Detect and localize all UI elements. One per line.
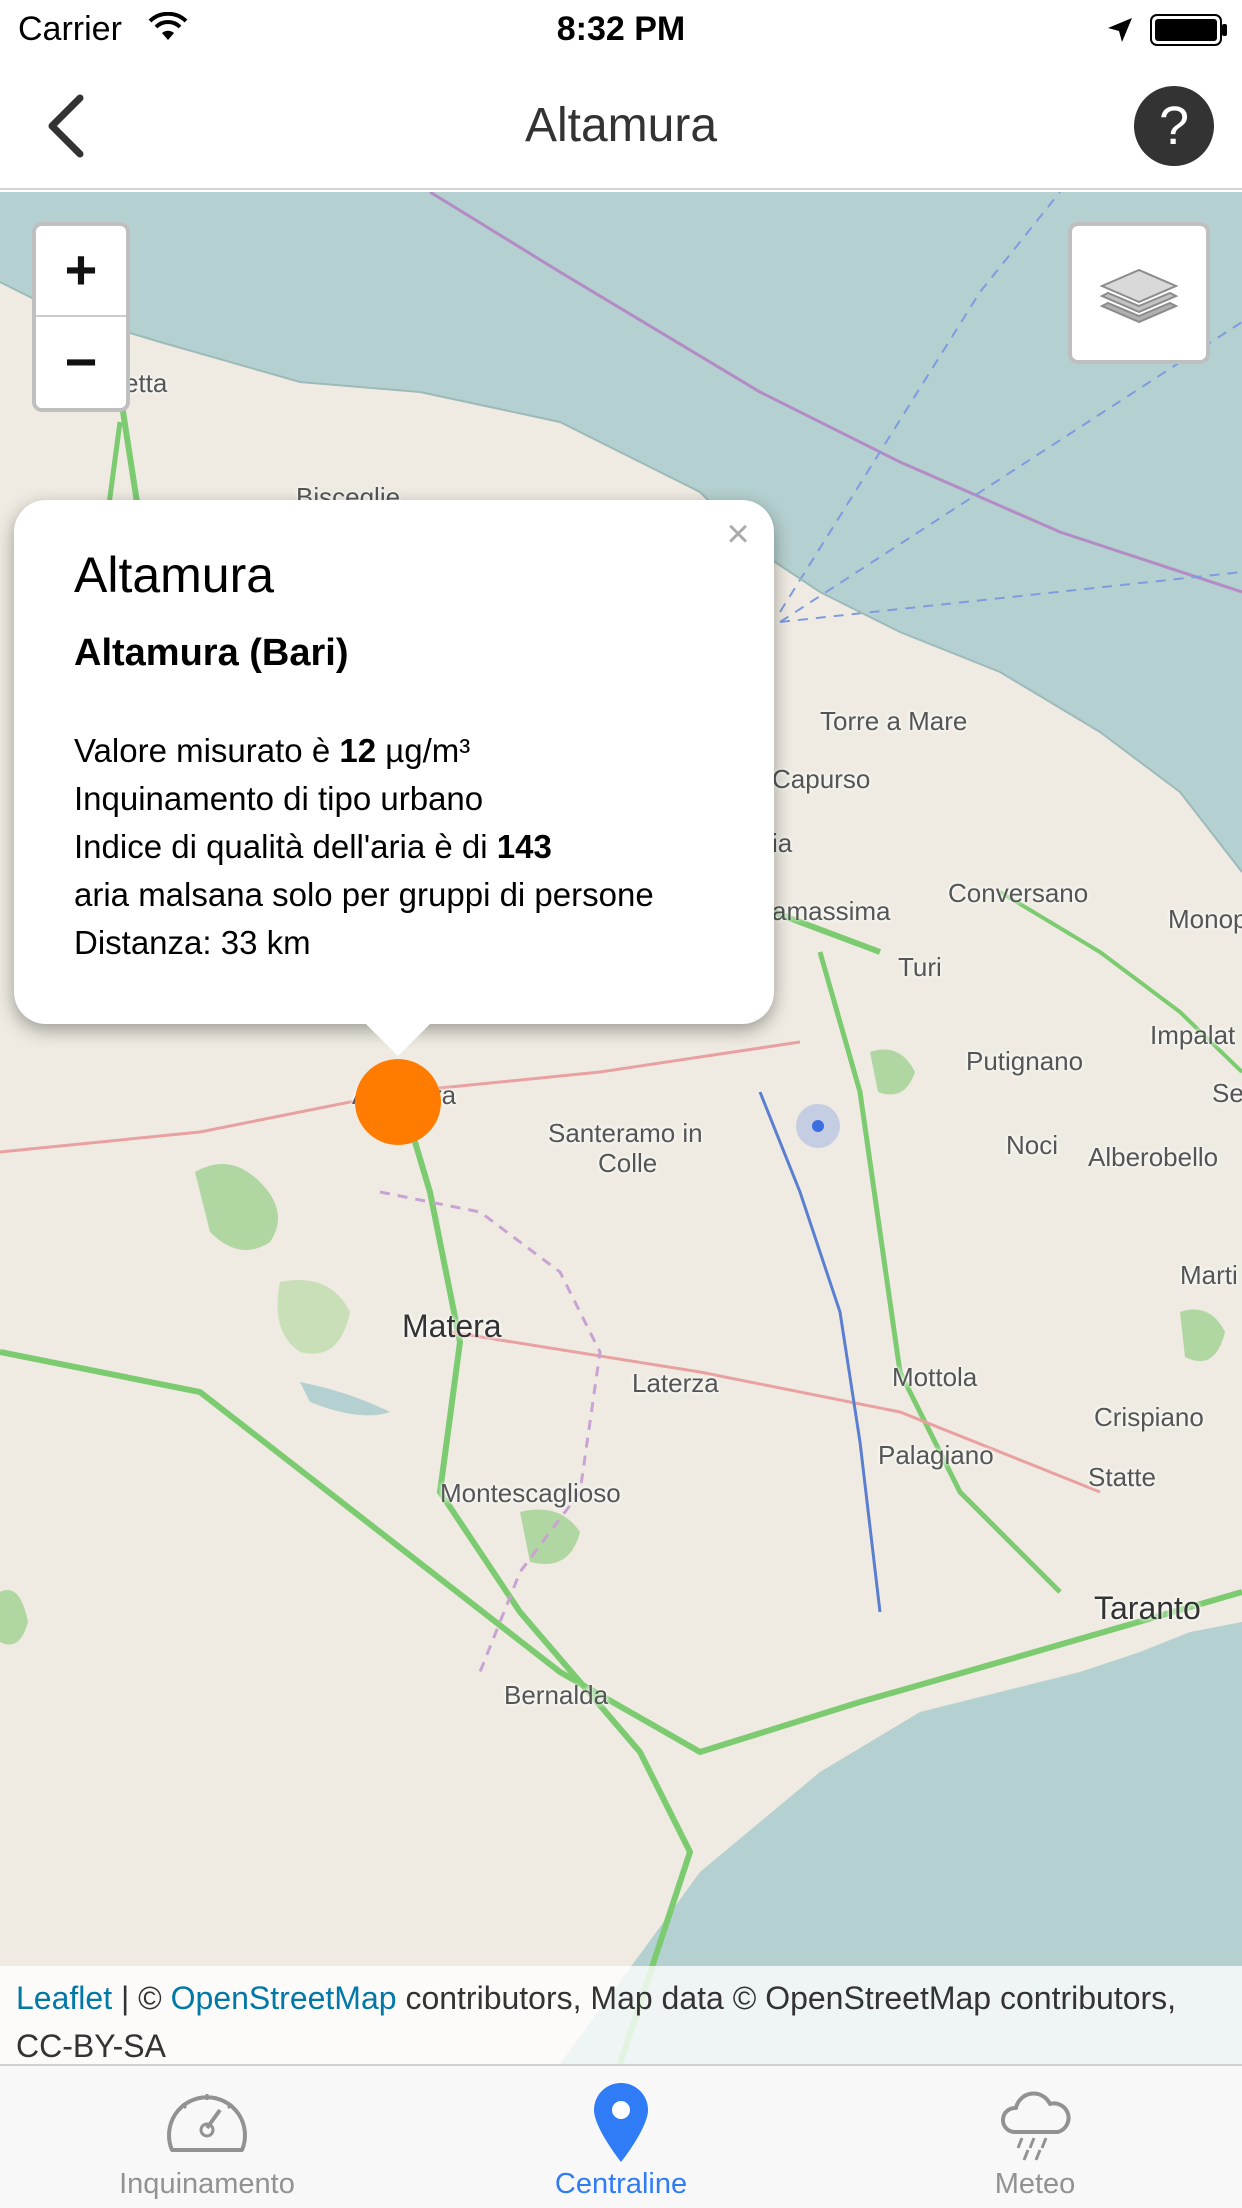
map-label-monopoli: Monop bbox=[1168, 904, 1242, 934]
map-label-alberobello: Alberobello bbox=[1088, 1142, 1219, 1172]
tab-inquinamento-label: Inquinamento bbox=[119, 2168, 295, 2200]
zoom-out-button[interactable]: − bbox=[36, 318, 126, 408]
tab-meteo-label: Meteo bbox=[994, 2168, 1076, 2200]
map-label-turi: Turi bbox=[898, 952, 942, 982]
map-pin-icon bbox=[594, 2083, 648, 2162]
station-popup: × Altamura Altamura (Bari) Valore misura… bbox=[14, 500, 774, 1024]
aqi-value: 143 bbox=[496, 828, 552, 865]
map-label-noicattaro: ia bbox=[772, 828, 793, 858]
map-label-mottola: Mottola bbox=[892, 1362, 978, 1392]
popup-subtitle: Altamura (Bari) bbox=[74, 632, 349, 674]
tab-bar: Inquinamento Centraline Meteo bbox=[0, 2064, 1242, 2208]
map-label-barletta: etta bbox=[124, 368, 168, 398]
aqi-line: Indice di qualità dell'aria è di 143 bbox=[74, 828, 552, 866]
navigation-bar: Altamura ? bbox=[0, 62, 1242, 190]
map-label-laterza: Laterza bbox=[632, 1368, 719, 1398]
page-title: Altamura bbox=[524, 99, 718, 152]
map-label-matera: Matera bbox=[402, 1308, 502, 1344]
map-label-putignano: Putignano bbox=[966, 1046, 1084, 1076]
tab-meteo[interactable]: Meteo bbox=[828, 2066, 1242, 2208]
openstreetmap-link[interactable]: OpenStreetMap bbox=[171, 1980, 397, 2016]
map-label-torre-a-mare: Torre a Mare bbox=[820, 706, 968, 736]
measured-value-prefix: Valore misurato è bbox=[74, 732, 340, 769]
leaflet-link[interactable]: Leaflet bbox=[16, 1980, 112, 2016]
map-view[interactable]: etta Bisceglie Torre a Mare Capurso ia a… bbox=[0, 192, 1242, 2064]
zoom-in-button[interactable]: + bbox=[36, 226, 126, 317]
layers-button[interactable] bbox=[1068, 222, 1210, 364]
map-label-bernalda: Bernalda bbox=[504, 1680, 609, 1710]
tab-inquinamento[interactable]: Inquinamento bbox=[0, 2066, 414, 2208]
layers-icon bbox=[1099, 268, 1179, 324]
map-label-martina: Marti bbox=[1180, 1260, 1238, 1290]
distance-line: Distanza: 33 km bbox=[74, 924, 311, 961]
user-location-indicator bbox=[796, 1104, 840, 1148]
map-label-statte: Statte bbox=[1088, 1462, 1156, 1492]
gauge-icon bbox=[167, 2094, 247, 2152]
tab-centraline-label: Centraline bbox=[554, 2168, 688, 2200]
battery-icon bbox=[1150, 14, 1227, 46]
attribution-separator: | © bbox=[112, 1980, 171, 2016]
measured-value-line: Valore misurato è 12 µg/m³ bbox=[74, 732, 470, 770]
map-attribution: Leaflet | © OpenStreetMap contributors, … bbox=[0, 1966, 1242, 2064]
map-label-casamassima: amassima bbox=[772, 896, 891, 926]
map-label-impalata: Impalat bbox=[1150, 1020, 1236, 1050]
zoom-control: + − bbox=[32, 222, 130, 412]
map-label-selva: Se bbox=[1212, 1078, 1242, 1108]
air-status-line: aria malsana solo per gruppi di persone bbox=[74, 876, 654, 913]
map-label-crispiano: Crispiano bbox=[1094, 1402, 1204, 1432]
map-label-taranto: Taranto bbox=[1094, 1590, 1201, 1626]
measured-value: 12 bbox=[339, 732, 377, 769]
station-marker[interactable] bbox=[355, 1059, 441, 1145]
map-label-palagiano: Palagiano bbox=[878, 1440, 994, 1470]
map-label-conversano: Conversano bbox=[948, 878, 1089, 908]
status-time: 8:32 PM bbox=[556, 10, 686, 48]
map-label-noci: Noci bbox=[1006, 1130, 1059, 1160]
aqi-prefix: Indice di qualità dell'aria è di bbox=[74, 828, 497, 865]
popup-tip bbox=[364, 1022, 432, 1056]
tab-centraline[interactable]: Centraline bbox=[414, 2066, 828, 2208]
pollution-type-line: Inquinamento di tipo urbano bbox=[74, 780, 484, 817]
location-arrow-icon bbox=[1108, 18, 1132, 42]
popup-close-button[interactable]: × bbox=[718, 512, 758, 556]
map-label-montescaglioso: Montescaglioso bbox=[440, 1478, 621, 1508]
help-button[interactable]: ? bbox=[1134, 86, 1214, 166]
map-label-capurso: Capurso bbox=[772, 764, 871, 794]
popup-title: Altamura bbox=[74, 547, 275, 603]
user-location-dot bbox=[812, 1120, 824, 1132]
map-label-santeramo: Santeramo in bbox=[548, 1118, 703, 1148]
measured-value-unit: µg/m³ bbox=[376, 732, 471, 769]
status-bar: Carrier 8:32 PM bbox=[0, 0, 1242, 62]
map-label-santeramo-colle: Colle bbox=[598, 1148, 658, 1178]
cloud-rain-icon bbox=[1001, 2091, 1071, 2161]
